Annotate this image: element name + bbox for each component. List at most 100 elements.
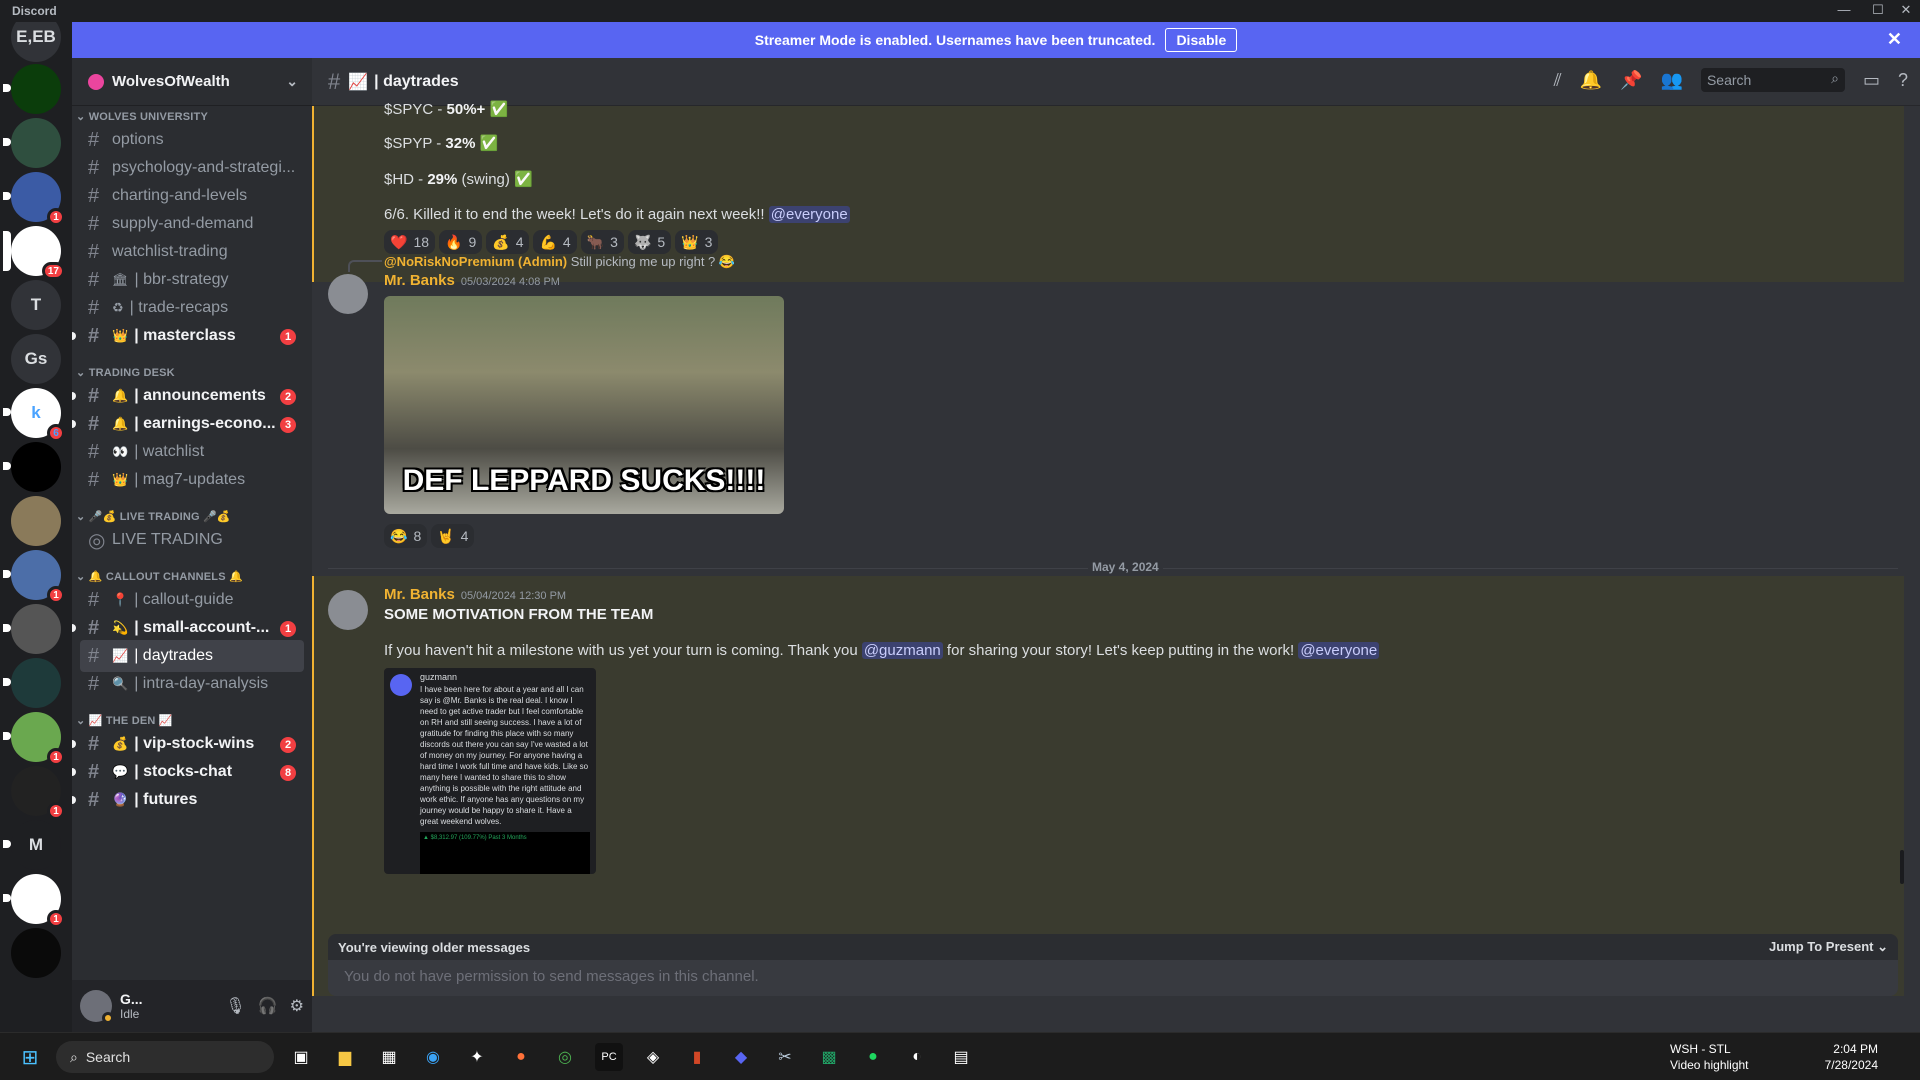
banner-close-icon[interactable]: ✕ (1887, 29, 1902, 50)
pin-icon[interactable]: 📌 (1620, 70, 1642, 91)
reaction-button[interactable]: ❤️ 18 (384, 230, 436, 254)
microphone-icon[interactable]: 🎙 (225, 996, 245, 1016)
channel-item[interactable]: # 👑 | masterclass 1 (72, 320, 304, 352)
mention-badge: 1 (47, 208, 65, 226)
channel-item[interactable]: ◎ LIVE TRADING (80, 524, 304, 556)
discord-icon[interactable]: ◆ (727, 1043, 755, 1071)
powerpoint-icon[interactable]: ▮ (683, 1043, 711, 1071)
everyone-mention[interactable]: @everyone (768, 206, 850, 223)
server-icon[interactable]: k6 (3, 388, 65, 442)
snipping-icon[interactable]: ✂ (771, 1043, 799, 1071)
channel-label: | vip-stock-wins (134, 735, 255, 752)
message-author[interactable]: Mr. Banks 05/04/2024 12:30 PM (384, 586, 566, 603)
task-view-icon[interactable]: ▣ (287, 1043, 315, 1071)
bell-icon[interactable]: 🔔 (1580, 70, 1602, 91)
maximize-icon[interactable]: ☐ (1868, 2, 1888, 18)
server-icon[interactable]: 1 (3, 172, 65, 226)
reaction-button[interactable]: 🐂 3 (580, 230, 624, 254)
pycharm-icon[interactable]: PC (595, 1043, 623, 1071)
search-icon: ⌕ (70, 1048, 78, 1065)
close-window-icon[interactable]: ✕ (1896, 2, 1916, 18)
minimize-icon[interactable]: — (1834, 2, 1854, 17)
reaction-button[interactable]: 😂 8 (384, 524, 428, 548)
user-mention[interactable]: @guzmann (861, 642, 943, 659)
server-icon[interactable]: E,EB (11, 22, 61, 62)
spotify-icon[interactable]: ● (859, 1043, 887, 1071)
reaction-button[interactable]: 👑 3 (675, 230, 719, 254)
server-icon[interactable]: M (3, 820, 61, 870)
message-author[interactable]: Mr. Banks 05/03/2024 4:08 PM (384, 272, 560, 289)
inbox-icon[interactable]: ▭ (1863, 70, 1880, 91)
category-wolves-university[interactable]: ⌄ WOLVES UNIVERSITY (76, 110, 208, 123)
threads-icon[interactable]: ⫽ (1554, 70, 1562, 91)
category-callout-channels[interactable]: ⌄ 🔔 CALLOUT CHANNELS 🔔 (76, 570, 243, 583)
server-label: M (28, 835, 44, 854)
excel-icon[interactable]: ▩ (815, 1043, 843, 1071)
server-icon[interactable] (3, 118, 61, 168)
channel-item[interactable]: # 🔍 | intra-day-analysis (80, 668, 304, 700)
app-icon[interactable]: ✦ (463, 1043, 491, 1071)
server-icon[interactable]: 17 (3, 226, 65, 280)
edge-icon[interactable]: ◉ (419, 1043, 447, 1071)
avatar[interactable] (80, 990, 114, 1024)
store-icon[interactable]: ▦ (375, 1043, 403, 1071)
app-icon[interactable]: ◈ (639, 1043, 667, 1071)
chrome-icon[interactable]: ◎ (551, 1043, 579, 1071)
hashtag-icon: # (88, 156, 100, 179)
date-divider: May 4, 2024 (328, 560, 1898, 574)
reply-preview[interactable]: @NoRiskNoPremium (Admin) Still picking m… (384, 254, 735, 270)
search-input[interactable]: Search ⌕ (1700, 68, 1845, 92)
chevron-down-icon[interactable]: ⌄ (286, 73, 298, 90)
disable-streamer-button[interactable]: Disable (1165, 28, 1238, 52)
category-live-trading[interactable]: ⌄ 🎤💰 LIVE TRADING 🎤💰 (76, 510, 231, 523)
unread-pip (3, 408, 11, 416)
reaction-button[interactable]: 🤘 4 (431, 524, 475, 548)
server-icon[interactable]: 1 (11, 766, 65, 820)
app-icon[interactable]: ▤ (947, 1043, 975, 1071)
channel-item[interactable]: # 🔮 | futures (72, 784, 304, 816)
file-explorer-icon[interactable]: ▆ (331, 1043, 359, 1071)
obs-icon[interactable]: ◐ (903, 1043, 931, 1071)
category-the-den[interactable]: ⌄ 📈 THE DEN 📈 (76, 714, 173, 727)
clock[interactable]: 2:04 PM 7/28/2024 (1798, 1041, 1878, 1073)
unread-pip (3, 840, 11, 848)
unread-pip (3, 678, 11, 686)
server-icon[interactable] (3, 658, 61, 708)
avatar[interactable] (328, 590, 368, 630)
server-icon[interactable] (3, 442, 61, 492)
category-trading-desk[interactable]: ⌄ TRADING DESK (76, 366, 175, 379)
guild-header[interactable]: WolvesOfWealth ⌄ (72, 58, 312, 106)
reaction-button[interactable]: 🔥 9 (439, 230, 483, 254)
gear-icon[interactable]: ⚙ (290, 996, 304, 1016)
server-icon[interactable] (11, 496, 61, 546)
gif-embed[interactable]: DEF LEPPARD SUCKS!!!! (384, 296, 784, 514)
avatar[interactable] (328, 274, 368, 314)
server-icon[interactable]: Gs (11, 334, 61, 384)
screenshot-attachment[interactable]: guzmann I have been here for about a yea… (384, 668, 596, 874)
message-composer[interactable]: You do not have permission to send messa… (328, 960, 1898, 996)
server-icon[interactable] (11, 928, 61, 978)
weather-widget[interactable]: WSH - STL Video highlight (1670, 1041, 1749, 1073)
scrollbar-thumb[interactable] (1900, 850, 1904, 884)
channel-label: | bbr-strategy (134, 271, 229, 288)
windows-start-icon[interactable]: ⊞ (16, 1043, 44, 1071)
channel-item[interactable]: # 👑 | mag7-updates (80, 464, 304, 496)
server-icon[interactable] (3, 64, 61, 114)
server-icon[interactable]: T (11, 280, 61, 330)
server-icon[interactable]: 1 (3, 712, 65, 766)
reaction-emoji: 💪 (539, 233, 557, 250)
server-icon[interactable]: 1 (3, 874, 65, 928)
everyone-mention[interactable]: @everyone (1298, 642, 1380, 659)
firefox-icon[interactable]: ● (507, 1043, 535, 1071)
headphones-icon[interactable]: 🎧 (258, 996, 278, 1016)
reaction-button[interactable]: 💰 4 (486, 230, 530, 254)
jump-to-present-button[interactable]: Jump To Present ⌄ (1769, 939, 1888, 955)
reaction-button[interactable]: 💪 4 (533, 230, 577, 254)
help-icon[interactable]: ? (1898, 70, 1908, 91)
server-icon[interactable]: 1 (3, 550, 65, 604)
reaction-button[interactable]: 🐺 5 (627, 230, 672, 254)
members-icon[interactable]: 👥 (1661, 70, 1683, 91)
taskbar-search[interactable]: ⌕ Search (56, 1041, 274, 1073)
server-icon[interactable] (3, 604, 61, 654)
unread-pip (3, 732, 11, 740)
